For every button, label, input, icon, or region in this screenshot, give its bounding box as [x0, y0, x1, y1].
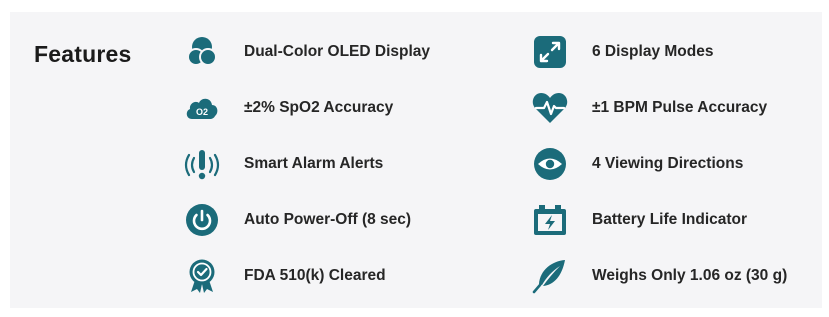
feature-item-auto-power-off: Auto Power-Off (8 sec): [183, 200, 411, 240]
feature-item-spo2-accuracy: O2 ±2% SpO2 Accuracy: [183, 88, 393, 128]
feature-label: FDA 510(k) Cleared: [244, 267, 386, 284]
features-heading: Features: [34, 41, 132, 67]
feature-item-viewing-directions: 4 Viewing Directions: [531, 144, 743, 184]
eye-icon: [531, 145, 569, 183]
feature-item-display-modes: 6 Display Modes: [531, 32, 713, 72]
feature-label: Dual-Color OLED Display: [244, 43, 431, 60]
feather-icon: [531, 257, 569, 295]
feature-label: Weighs Only 1.06 oz (30 g): [592, 267, 788, 284]
heart-pulse-icon: [531, 89, 569, 127]
feature-item-battery-indicator: Battery Life Indicator: [531, 200, 747, 240]
feature-item-weight: Weighs Only 1.06 oz (30 g): [531, 256, 787, 296]
feature-item-fda-cleared: FDA 510(k) Cleared: [183, 256, 386, 296]
features-panel: Features Dual-Color OLED Display O2 ±2% …: [10, 12, 822, 308]
feature-label: 4 Viewing Directions: [592, 155, 744, 172]
feature-label: 6 Display Modes: [592, 43, 714, 60]
feature-label: Battery Life Indicator: [592, 211, 748, 228]
feature-label: Smart Alarm Alerts: [244, 155, 384, 172]
feature-item-smart-alarm: Smart Alarm Alerts: [183, 144, 383, 184]
dual-circle-icon: [183, 33, 221, 71]
feature-item-oled-display: Dual-Color OLED Display: [183, 32, 430, 72]
feature-label: Auto Power-Off (8 sec): [244, 211, 412, 228]
alarm-signal-icon: [183, 145, 221, 183]
o2-cloud-icon: O2: [183, 89, 221, 127]
svg-text:O2: O2: [196, 107, 208, 117]
certified-badge-icon: [183, 257, 221, 295]
power-icon: [183, 201, 221, 239]
expand-arrows-icon: [531, 33, 569, 71]
feature-label: ±2% SpO2 Accuracy: [244, 99, 394, 116]
feature-label: ±1 BPM Pulse Accuracy: [592, 99, 768, 116]
battery-icon: [531, 201, 569, 239]
feature-item-pulse-accuracy: ±1 BPM Pulse Accuracy: [531, 88, 767, 128]
